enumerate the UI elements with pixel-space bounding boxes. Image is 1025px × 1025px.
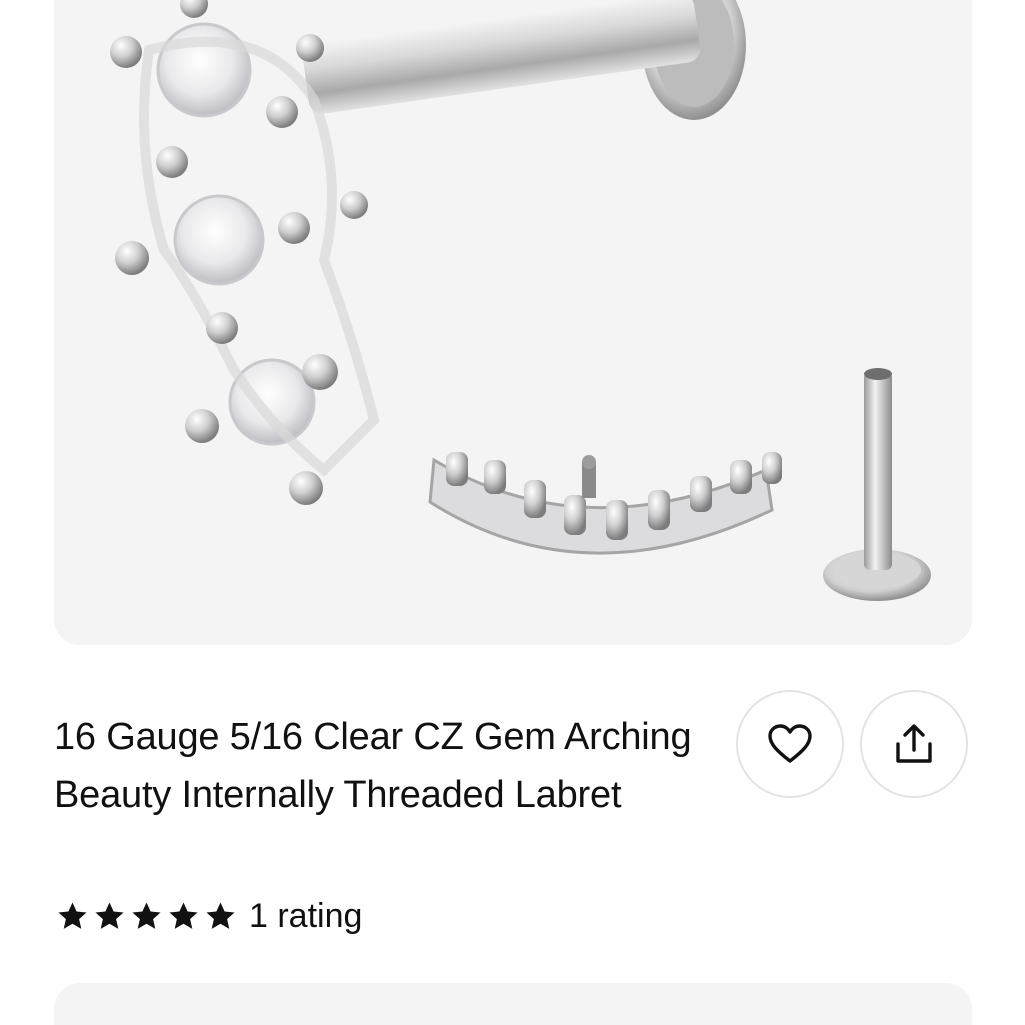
product-page: 16 Gauge 5/16 Clear CZ Gem Arching Beaut… (0, 0, 1025, 1025)
product-photo (110, 0, 931, 601)
star-icon (132, 901, 161, 929)
product-title: 16 Gauge 5/16 Clear CZ Gem Arching Beaut… (54, 716, 692, 816)
rating-stars (56, 900, 237, 933)
star-icon (58, 901, 87, 929)
product-image[interactable] (54, 0, 972, 645)
rating-row[interactable]: 1 rating (56, 892, 362, 940)
favorite-button[interactable] (736, 690, 844, 798)
star-icon (169, 901, 198, 929)
rating-count[interactable]: 1 rating (249, 897, 362, 936)
star-icon (95, 901, 124, 929)
star-icon (206, 901, 235, 929)
next-section-card (54, 983, 972, 1025)
share-icon (896, 724, 932, 763)
share-button[interactable] (860, 690, 968, 798)
heart-icon (768, 724, 812, 763)
